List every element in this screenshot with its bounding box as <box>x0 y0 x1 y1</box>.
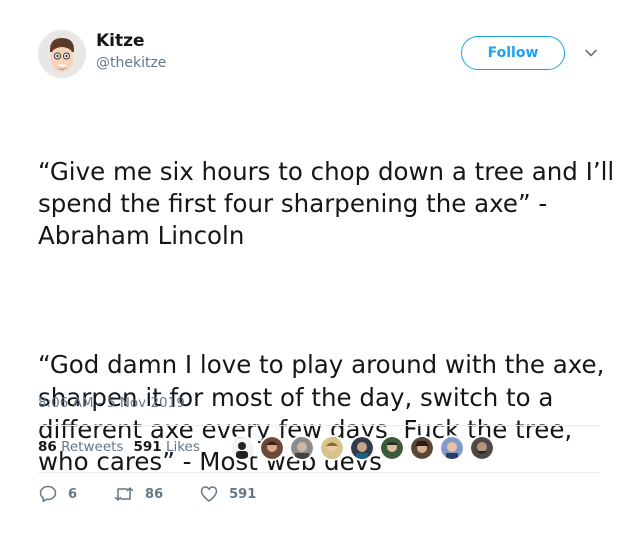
follow-button[interactable]: Follow <box>461 36 565 70</box>
tweet-actions: 6 86 591 <box>38 484 292 504</box>
heart-icon <box>200 486 218 502</box>
author-avatar[interactable] <box>38 30 86 78</box>
divider <box>38 472 600 473</box>
engagement-stats: 86 Retweets 591 Likes <box>38 439 200 455</box>
liker-avatar[interactable] <box>439 435 465 461</box>
chevron-down-icon[interactable] <box>582 44 600 62</box>
retweet-count: 86 <box>145 486 164 502</box>
author-handle[interactable]: @thekitze <box>96 55 166 71</box>
liker-avatar[interactable] <box>229 435 255 461</box>
tweet-timestamp[interactable]: 8:06 AM - 5 Nov 2019 <box>38 395 185 411</box>
retweets-stat[interactable]: 86 Retweets <box>38 439 123 455</box>
divider <box>38 425 600 426</box>
reply-icon <box>39 485 57 502</box>
tweet-paragraph: “Give me six hours to chop down a tree a… <box>38 156 623 251</box>
reply-button[interactable]: 6 <box>38 484 77 504</box>
liker-avatar[interactable] <box>259 435 285 461</box>
like-count: 591 <box>229 486 257 502</box>
likes-stat-label: Likes <box>165 439 200 455</box>
retweet-button[interactable]: 86 <box>113 484 163 504</box>
liker-avatar[interactable] <box>319 435 345 461</box>
liker-avatars <box>229 435 499 461</box>
author-name[interactable]: Kitze <box>96 31 145 51</box>
cartoon-face-icon <box>38 30 86 78</box>
liker-avatar[interactable] <box>469 435 495 461</box>
liker-avatar[interactable] <box>349 435 375 461</box>
liker-avatar[interactable] <box>379 435 405 461</box>
liker-avatar[interactable] <box>409 435 435 461</box>
likes-stat-count: 591 <box>133 439 162 455</box>
liker-avatar[interactable] <box>289 435 315 461</box>
retweet-icon <box>114 487 134 501</box>
likes-stat[interactable]: 591 Likes <box>133 439 199 455</box>
like-button[interactable]: 591 <box>199 484 256 504</box>
tweet-text: “Give me six hours to chop down a tree a… <box>38 91 618 543</box>
reply-count: 6 <box>68 486 78 502</box>
retweets-stat-label: Retweets <box>61 439 124 455</box>
tweet-card: Kitze @thekitze Follow “Give me six hour… <box>0 0 640 534</box>
retweets-stat-count: 86 <box>38 439 57 455</box>
